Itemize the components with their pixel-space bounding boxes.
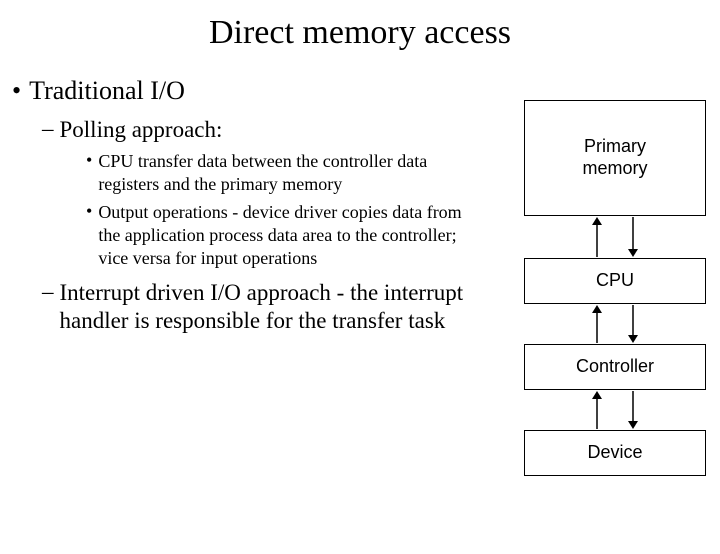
- bullet-dot3-icon: •: [86, 201, 92, 269]
- primary-memory-label: Primary memory: [582, 136, 647, 179]
- device-label: Device: [587, 442, 642, 464]
- bullet-dot3-icon: •: [86, 150, 92, 195]
- bullet3a-text: CPU transfer data between the controller…: [98, 150, 510, 195]
- bullet-dot-icon: •: [12, 76, 21, 106]
- primary-memory-box: Primary memory: [524, 100, 706, 216]
- cpu-label: CPU: [596, 270, 634, 292]
- slide-title: Direct memory access: [0, 14, 720, 52]
- arrow-down-icon: [626, 305, 640, 343]
- bullet-level3: • CPU transfer data between the controll…: [86, 150, 510, 195]
- bullet-level1: • Traditional I/O: [8, 76, 510, 106]
- slide-content: • Traditional I/O – Polling approach: • …: [0, 76, 720, 336]
- bullet2a-text: Polling approach:: [60, 116, 511, 144]
- arrow-down-icon: [626, 217, 640, 257]
- bullet2b-text: Interrupt driven I/O approach - the inte…: [60, 279, 511, 335]
- bullet-level3: • Output operations - device driver copi…: [86, 201, 510, 269]
- architecture-diagram: Primary memory CPU Controller Device: [524, 100, 706, 476]
- arrow-up-icon: [590, 391, 604, 429]
- controller-box: Controller: [524, 344, 706, 390]
- bullet1-text: Traditional I/O: [29, 76, 185, 106]
- arrow-pair: [524, 305, 706, 343]
- bullet-level2: – Interrupt driven I/O approach - the in…: [42, 279, 510, 335]
- bullet-dash-icon: –: [42, 279, 54, 335]
- bullet-level2: – Polling approach:: [42, 116, 510, 144]
- arrow-up-icon: [590, 305, 604, 343]
- bullet-dash-icon: –: [42, 116, 54, 144]
- arrow-up-icon: [590, 217, 604, 257]
- cpu-box: CPU: [524, 258, 706, 304]
- arrow-pair: [524, 217, 706, 257]
- arrow-down-icon: [626, 391, 640, 429]
- text-column: • Traditional I/O – Polling approach: • …: [0, 76, 510, 336]
- device-box: Device: [524, 430, 706, 476]
- bullet3b-text: Output operations - device driver copies…: [98, 201, 510, 269]
- controller-label: Controller: [576, 356, 654, 378]
- arrow-pair: [524, 391, 706, 429]
